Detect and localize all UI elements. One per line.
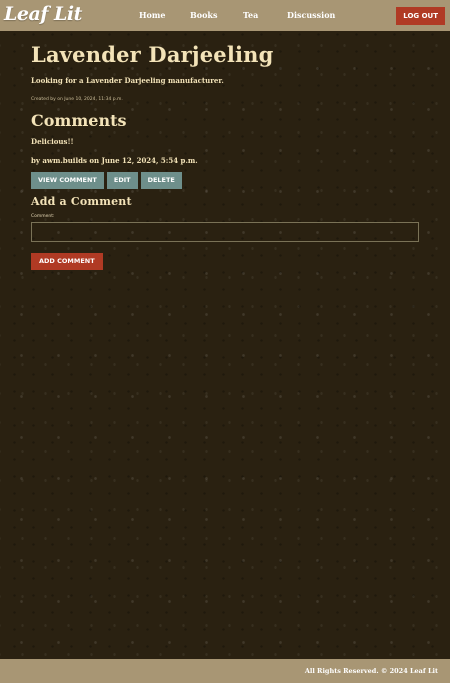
comment-field-label: Comment: <box>31 214 55 219</box>
site-logo[interactable]: Leaf Lit <box>4 3 82 25</box>
add-comment-heading: Add a Comment <box>31 195 132 208</box>
nav-link-books[interactable]: Books <box>190 10 217 20</box>
comments-heading: Comments <box>31 111 127 130</box>
post-meta: Created by on June 10, 2024, 11:34 p.m. <box>31 97 123 102</box>
comment-item: Delicious!! by awm.builds on June 12, 20… <box>31 137 419 189</box>
post-subtitle: Looking for a Lavender Darjeeling manufa… <box>31 76 224 85</box>
logout-button[interactable]: LOG OUT <box>396 7 445 25</box>
nav-link-discussion[interactable]: Discussion <box>287 10 335 20</box>
delete-comment-button[interactable]: DELETE <box>140 172 182 189</box>
comment-input[interactable] <box>31 222 419 242</box>
nav-link-tea[interactable]: Tea <box>243 10 258 20</box>
comment-actions: VIEW COMMENT EDIT DELETE <box>31 172 419 189</box>
post-content: Lavender Darjeeling Looking for a Lavend… <box>31 42 419 270</box>
footer: All Rights Reserved. © 2024 Leaf Lit <box>0 659 450 683</box>
footer-copyright: All Rights Reserved. © 2024 Leaf Lit <box>304 667 438 675</box>
nav-link-home[interactable]: Home <box>139 10 165 20</box>
comment-body: Delicious!! <box>31 137 74 146</box>
add-comment-button[interactable]: ADD COMMENT <box>31 253 103 270</box>
view-comment-button[interactable]: VIEW COMMENT <box>31 172 104 189</box>
navbar: Leaf Lit Home Books Tea Discussion LOG O… <box>0 0 450 31</box>
post-title: Lavender Darjeeling <box>31 42 274 67</box>
comment-author-line: by awm.builds on June 12, 2024, 5:54 p.m… <box>31 156 198 165</box>
edit-comment-button[interactable]: EDIT <box>106 172 138 189</box>
